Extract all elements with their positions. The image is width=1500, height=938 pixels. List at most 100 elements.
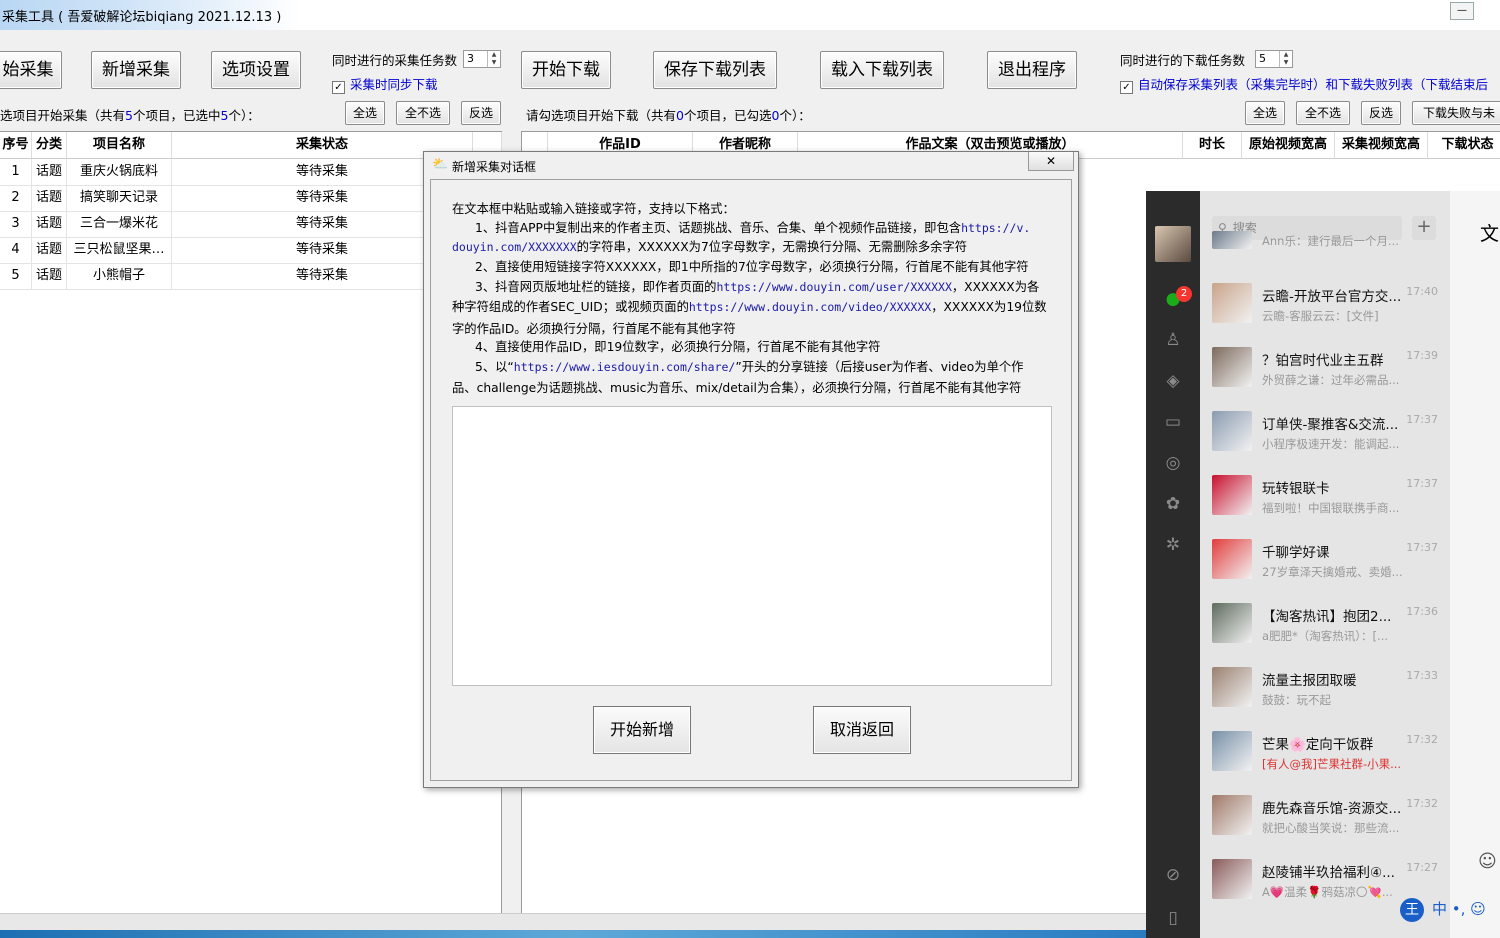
left-select-none-button[interactable]: 全不选 — [396, 101, 450, 125]
start-download-button[interactable]: 开始下载 — [521, 51, 611, 89]
column-header-name[interactable]: 项目名称 — [67, 132, 172, 159]
chat-list-item[interactable]: 订单侠-聚推客&交流... 17:37 小程序极速开发：能调起... — [1200, 401, 1450, 465]
instruction-line-1b: douyin.com/XXXXXXX的字符串，XXXXXX为7位字母数字，无需换… — [452, 240, 968, 254]
row-category: 话题 — [32, 185, 67, 212]
right-select-all-button[interactable]: 全选 — [1245, 101, 1285, 125]
dialog-close-button[interactable]: ✕ — [1028, 152, 1074, 171]
miniprogram-icon[interactable]: ✿ — [1163, 494, 1183, 514]
chat-name: ？铂宫时代业主五群 — [1262, 353, 1384, 369]
chat-name: 赵陵铺半玖拾福利④... — [1262, 865, 1395, 881]
chat-title: 文 — [1480, 223, 1500, 245]
row-project-name: 搞笑聊天记录 — [67, 185, 172, 212]
chat-list-item[interactable]: 玩转银联卡 17:37 福到啦！中国银联携手商... — [1200, 465, 1450, 529]
row-category: 话题 — [32, 159, 67, 186]
chat-list-item[interactable]: 芒果🌸定向干饭群 17:32 [有人@我]芒果社群-小果... — [1200, 721, 1450, 785]
instruction-line-5: 5、以“https://www.iesdouyin.com/share/”开头的… — [475, 360, 1024, 374]
chat-avatar — [1212, 539, 1252, 579]
download-tasks-spinner[interactable]: 5 ▲ ▼ — [1255, 50, 1293, 68]
start-collect-button[interactable]: 始采集 — [0, 51, 62, 89]
column-header-category[interactable]: 分类 — [32, 132, 67, 159]
dialog-title: 新增采集对话框 — [452, 160, 537, 174]
user-avatar[interactable] — [1155, 226, 1191, 262]
checkbox-check-icon[interactable]: ✓ — [332, 81, 345, 94]
folder-icon[interactable]: ▭ — [1163, 412, 1183, 432]
look-icon[interactable]: ✲ — [1163, 535, 1183, 555]
title-bar: 采集工具 ( 吾爱破解论坛biqiang 2021.12.13 ) — — [0, 0, 1500, 30]
collect-tasks-spinner[interactable]: 3 ▲ ▼ — [463, 50, 501, 68]
exit-button[interactable]: 退出程序 — [987, 51, 1077, 89]
sync-download-checkbox[interactable]: ✓ 采集时同步下载 — [332, 74, 438, 94]
autosave-checkbox[interactable]: ✓ 自动保存采集列表（采集完毕时）和下载失败列表（下载结束后 — [1120, 74, 1488, 94]
chat-avatar — [1212, 859, 1252, 899]
right-select-none-button[interactable]: 全不选 — [1296, 101, 1350, 125]
chat-time: 17:37 — [1406, 413, 1438, 426]
ime-toolbar[interactable]: 王中 •, ☺ — [1400, 898, 1500, 926]
collect-tasks-value: 3 — [467, 52, 474, 65]
cancel-return-button[interactable]: 取消返回 — [813, 706, 911, 754]
chat-avatar — [1212, 475, 1252, 515]
chat-list-item[interactable]: Ann乐：建行最后一个月... — [1200, 231, 1450, 263]
column-header-download-status[interactable]: 下载状态 — [1428, 132, 1500, 159]
contacts-icon[interactable]: ♙ — [1163, 330, 1183, 350]
left-invert-button[interactable]: 反选 — [461, 101, 501, 125]
chat-list-item[interactable]: ？铂宫时代业主五群 17:39 外贸薛之谦：过年必需品... — [1200, 337, 1450, 401]
column-header-original-size[interactable]: 原始视频宽高 — [1242, 132, 1335, 159]
favorites-icon[interactable]: ◈ — [1163, 371, 1183, 391]
link-icon[interactable]: ⊘ — [1163, 865, 1183, 885]
chat-name: 玩转银联卡 — [1262, 481, 1330, 497]
instruction-line-3c: 字的作品ID。必须换行分隔，行首尾不能有其他字符 — [452, 322, 736, 336]
options-button[interactable]: 选项设置 — [211, 51, 301, 89]
link-input-textarea[interactable] — [452, 406, 1052, 686]
chat-time: 17:36 — [1406, 605, 1438, 618]
ime-status[interactable]: 中 •, ☺ — [1432, 900, 1486, 918]
close-icon[interactable]: ✕ — [1046, 154, 1056, 168]
spinner-arrows-icon[interactable]: ▲ ▼ — [1279, 51, 1292, 67]
left-select-all-button[interactable]: 全选 — [345, 101, 385, 125]
chat-last-message: 鼓鼓：玩不起 — [1262, 693, 1331, 707]
sync-download-label: 采集时同步下载 — [350, 77, 438, 92]
instruction-line-3b: 种字符组成的作者SEC_UID；或视频页面的https://www.douyin… — [452, 300, 1047, 314]
horizontal-scrollbar[interactable] — [0, 913, 1146, 931]
row-category: 话题 — [32, 211, 67, 238]
load-list-button[interactable]: 载入下载列表 — [820, 51, 944, 89]
column-header-collected-size[interactable]: 采集视频宽高 — [1335, 132, 1428, 159]
collect-tasks-label: 同时进行的采集任务数 — [332, 53, 458, 68]
failed-list-button[interactable]: 下载失败与未 — [1412, 101, 1500, 125]
column-header-duration[interactable]: 时长 — [1183, 132, 1242, 159]
row-project-name: 三只松鼠坚果… — [67, 237, 172, 264]
chat-list-item[interactable]: 鹿先森音乐馆-资源交... 17:32 就把心酸当笑说：那些流... — [1200, 785, 1450, 849]
ime-logo-icon[interactable]: 王 — [1400, 898, 1424, 922]
chat-time: 17:37 — [1406, 541, 1438, 554]
start-add-button[interactable]: 开始新增 — [593, 706, 691, 754]
row-number: 2 — [0, 185, 32, 212]
phone-icon[interactable]: ▯ — [1163, 908, 1183, 928]
checkbox-check-icon[interactable]: ✓ — [1120, 81, 1133, 94]
chat-list-item[interactable]: 云瞻-开放平台官方交... 17:40 云瞻-客服云云：[文件] — [1200, 273, 1450, 337]
chat-list-item[interactable]: 【淘客热讯】抱团2... 17:36 a肥肥*（淘客热讯）：[... — [1200, 593, 1450, 657]
add-collect-button[interactable]: 新增采集 — [91, 51, 181, 89]
right-info-text: 请勾选项目开始下载（共有0个项目，已勾选0个）： — [526, 108, 811, 123]
chat-time: 17:39 — [1406, 349, 1438, 362]
save-list-button[interactable]: 保存下载列表 — [653, 51, 777, 89]
minimize-button[interactable]: — — [1450, 2, 1474, 20]
wechat-window: ● 2 ♙ ◈ ▭ ◎ ✿ ✲ ⊘ ▯ ⚲ 搜索 + Ann乐：建行最后一个月..… — [1146, 191, 1500, 938]
chat-last-message: [有人@我]芒果社群-小果... — [1262, 757, 1402, 771]
row-category: 话题 — [32, 237, 67, 264]
spinner-arrows-icon[interactable]: ▲ ▼ — [487, 51, 500, 67]
chat-avatar — [1212, 667, 1252, 707]
emoji-icon[interactable]: ☺ — [1478, 851, 1497, 872]
chat-avatar — [1212, 795, 1252, 835]
chat-time: 17:40 — [1406, 285, 1438, 298]
right-invert-button[interactable]: 反选 — [1361, 101, 1401, 125]
chat-name: 鹿先森音乐馆-资源交... — [1262, 801, 1402, 817]
moments-icon[interactable]: ◎ — [1163, 453, 1183, 473]
chat-time: 17:37 — [1406, 477, 1438, 490]
chat-list-item[interactable]: 流量主报团取暖 17:33 鼓鼓：玩不起 — [1200, 657, 1450, 721]
chat-main-area: 文 ☺ — [1450, 191, 1500, 938]
row-number: 1 — [0, 159, 32, 186]
column-header-no[interactable]: 序号 — [0, 132, 32, 159]
row-project-name: 小熊帽子 — [67, 263, 172, 290]
chat-time: 17:27 — [1406, 861, 1438, 874]
chat-list-item[interactable]: 千聊学好课 17:37 27岁章泽天擒婚戒、卖婚... — [1200, 529, 1450, 593]
chat-list[interactable]: ⚲ 搜索 + Ann乐：建行最后一个月... 云瞻-开放平台官方交... 17:40 云… — [1200, 191, 1450, 938]
